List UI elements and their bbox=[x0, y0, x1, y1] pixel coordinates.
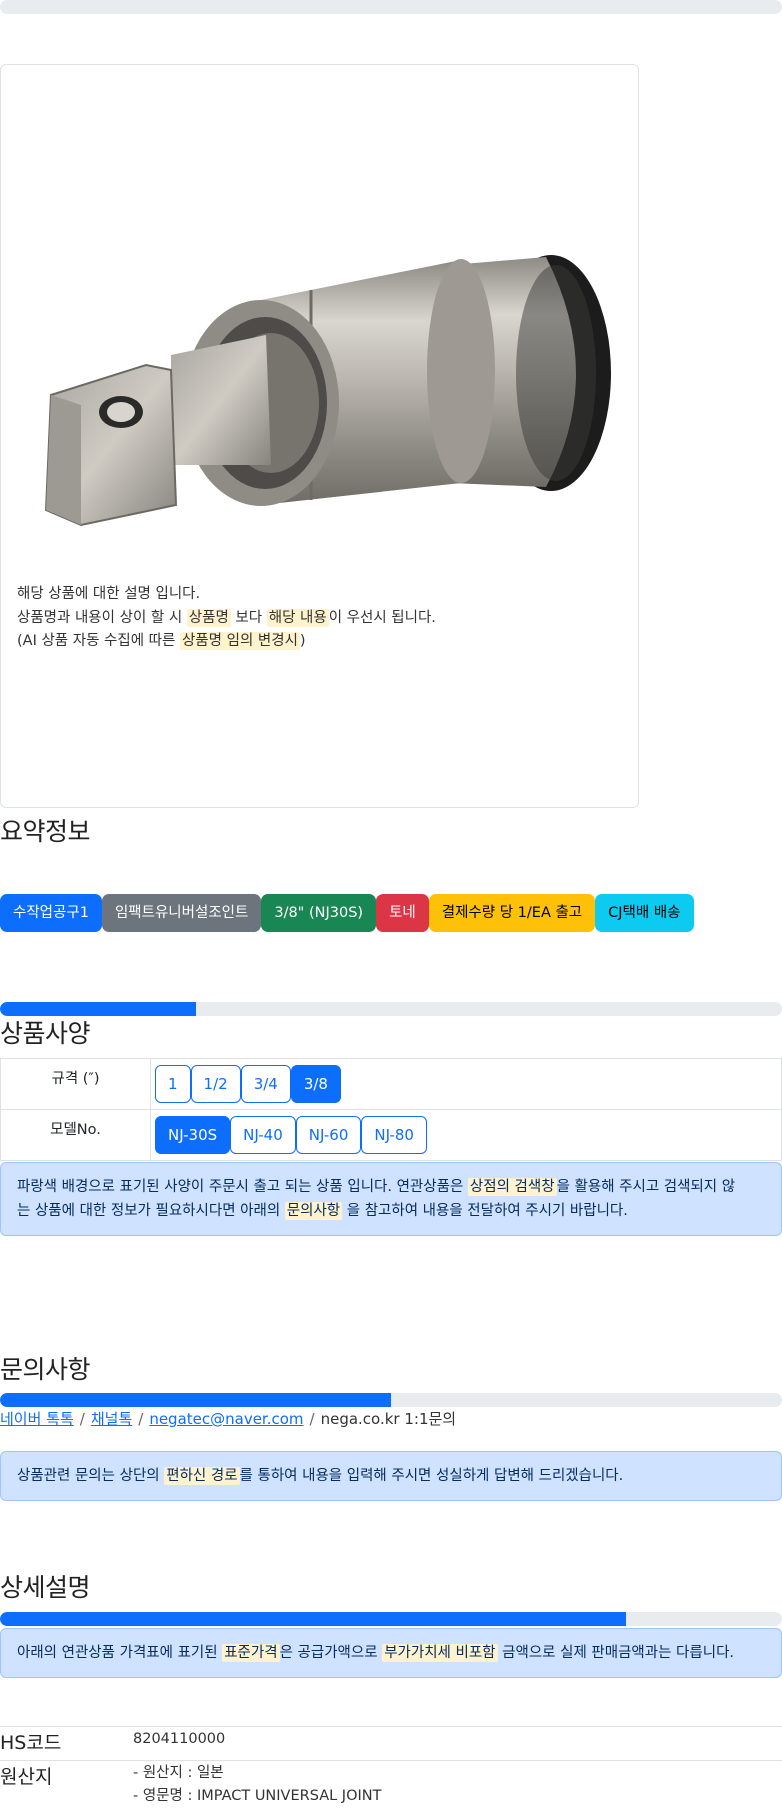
spec-option-button[interactable]: 3/8 bbox=[290, 1065, 341, 1103]
spec-option-button[interactable]: NJ-30S bbox=[155, 1116, 231, 1154]
inquiry-progress-fill bbox=[0, 1393, 391, 1407]
text-line: 아래의 연관상품 가격표에 표기된 표준가격 은 공급가액으로 부가가치세 비포함… bbox=[17, 1641, 765, 1665]
detail-title: 상세설명 bbox=[0, 1573, 91, 1602]
spec-row: 모델No. NJ-30S NJ-40 NJ-60 NJ-80 bbox=[0, 1109, 782, 1161]
highlighted-text: 부가가치세 비포함 bbox=[382, 1644, 498, 1662]
text-segment: 파랑색 배경으로 표기된 사양이 주문시 출고 되는 상품 입니다. 연관상품은 bbox=[17, 1179, 468, 1195]
inquiry-progress-bar bbox=[0, 1393, 782, 1407]
highlighted-text: 상품명 bbox=[186, 608, 231, 627]
product-info-table: HS코드 8204110000 원산지 - 원산지 : 일본 - 영문명 : IMPAC… bbox=[0, 1726, 782, 1808]
spec-label: 모델No. bbox=[0, 1109, 151, 1161]
summary-badge: 3/8" (NJ30S) bbox=[261, 894, 377, 932]
info-key: HS코드 bbox=[0, 1726, 133, 1761]
text-segment: 은 공급가액으로 bbox=[279, 1645, 383, 1661]
contact-link[interactable]: negatec@naver.com bbox=[149, 1410, 303, 1428]
text-segment: 를 통하여 내용을 입력해 주시면 성실하게 답변해 드리겠습니다. bbox=[239, 1468, 624, 1484]
info-value: 8204110000 bbox=[133, 1726, 782, 1761]
highlighted-text: 해당 내용 bbox=[266, 608, 329, 627]
spec-label: 규격 (″) bbox=[0, 1058, 151, 1110]
product-description: 해당 상품에 대한 설명 입니다. 상품명과 내용이 상이 할 시 상품명 보다 … bbox=[17, 583, 436, 654]
text-segment: 이 우선시 됩니다. bbox=[328, 609, 436, 626]
info-value: - 원산지 : 일본 - 영문명 : IMPACT UNIVERSAL JOINT bbox=[133, 1760, 782, 1808]
text-segment: (AI 상품 자동 수집에 따른 bbox=[17, 633, 180, 649]
spec-option-button[interactable]: 1/2 bbox=[190, 1065, 241, 1103]
highlighted-text: 상품명 임의 변경시 bbox=[179, 632, 300, 650]
highlighted-text: 상점의 검색창 bbox=[467, 1178, 557, 1196]
text-line: 해당 상품에 대한 설명 입니다. bbox=[17, 583, 436, 607]
text-line: 는 상품에 대한 정보가 필요하시다면 아래의 문의사항 을 참고하여 내용을 … bbox=[17, 1199, 765, 1223]
spec-option-button[interactable]: 1 bbox=[155, 1065, 191, 1103]
product-image bbox=[44, 255, 611, 527]
highlighted-text: 표준가격 bbox=[222, 1644, 280, 1662]
link-separator: / bbox=[309, 1410, 315, 1428]
contact-links: 네이버 톡톡 / 채널톡 / negatec@naver.com / nega.co.kr … bbox=[0, 1408, 456, 1429]
summary-badge: 수작업공구1 bbox=[0, 894, 102, 932]
text-line: 상품명과 내용이 상이 할 시 상품명 보다 해당 내용 이 우선시 됩니다. bbox=[17, 607, 436, 631]
product-card: 해당 상품에 대한 설명 입니다. 상품명과 내용이 상이 할 시 상품명 보다 … bbox=[0, 64, 639, 808]
text-line: 파랑색 배경으로 표기된 사양이 주문시 출고 되는 상품 입니다. 연관상품은… bbox=[17, 1175, 765, 1199]
spec-option-button[interactable]: NJ-40 bbox=[230, 1116, 296, 1154]
link-separator: / bbox=[79, 1410, 85, 1428]
spec-table: 규격 (″) 1 1/2 3/4 3/8 모델No. NJ-30S NJ-40 NJ-60 NJ-… bbox=[0, 1058, 782, 1161]
summary-badge: 임팩트유니버설조인트 bbox=[101, 894, 262, 932]
spec-option-button[interactable]: 3/4 bbox=[240, 1065, 291, 1103]
spec-row: 규격 (″) 1 1/2 3/4 3/8 bbox=[0, 1058, 782, 1110]
summary-badge: 결제수량 당 1/EA 출고 bbox=[428, 894, 596, 932]
text-line: 상품관련 문의는 상단의 편하신 경로 를 통하여 내용을 입력해 주시면 성실하… bbox=[17, 1464, 765, 1488]
detail-notice: 아래의 연관상품 가격표에 표기된 표준가격 은 공급가액으로 부가가치세 비포함… bbox=[0, 1628, 782, 1678]
text-segment: 상품관련 문의는 상단의 bbox=[17, 1468, 165, 1484]
info-row: 원산지 - 원산지 : 일본 - 영문명 : IMPACT UNIVERSAL JO… bbox=[0, 1760, 782, 1808]
text-segment: 을 활용해 주시고 검색되지 않 bbox=[556, 1179, 736, 1195]
contact-link[interactable]: 네이버 톡톡 bbox=[0, 1410, 74, 1428]
info-row: HS코드 8204110000 bbox=[0, 1726, 782, 1761]
spec-options-cell: 1 1/2 3/4 3/8 bbox=[150, 1058, 782, 1110]
spec-option-button[interactable]: NJ-80 bbox=[361, 1116, 427, 1154]
summary-badge: CJ택배 배송 bbox=[595, 894, 694, 932]
highlighted-text: 편하신 경로 bbox=[164, 1467, 240, 1485]
text-segment: 금액으로 실제 판매금액과는 다릅니다. bbox=[497, 1645, 735, 1661]
inquiry-title: 문의사항 bbox=[0, 1355, 91, 1384]
inquiry-notice: 상품관련 문의는 상단의 편하신 경로 를 통하여 내용을 입력해 주시면 성실하… bbox=[0, 1451, 782, 1501]
detail-progress-fill bbox=[0, 1612, 626, 1626]
highlighted-text: 문의사항 bbox=[284, 1202, 343, 1220]
info-value-line: - 원산지 : 일본 bbox=[133, 1765, 224, 1781]
specs-progress-bar bbox=[0, 1002, 782, 1016]
universal-joint-photo-icon bbox=[44, 255, 611, 527]
spec-option-button[interactable]: NJ-60 bbox=[295, 1116, 362, 1154]
spec-options-cell: NJ-30S NJ-40 NJ-60 NJ-80 bbox=[150, 1109, 782, 1161]
info-value-line: - 영문명 : IMPACT UNIVERSAL JOINT bbox=[133, 1788, 382, 1804]
text-segment: 해당 상품에 대한 설명 입니다. bbox=[17, 586, 201, 602]
contact-text: nega.co.kr 1:1문의 bbox=[320, 1410, 457, 1428]
summary-badges: 수작업공구1 임팩트유니버설조인트 3/8" (NJ30S) 토네 결제수량 당 1/E… bbox=[0, 894, 694, 932]
text-line: (AI 상품 자동 수집에 따른 상품명 임의 변경시) bbox=[17, 630, 436, 654]
summary-title: 요약정보 bbox=[0, 817, 91, 846]
specs-notice: 파랑색 배경으로 표기된 사양이 주문시 출고 되는 상품 입니다. 연관상품은… bbox=[0, 1162, 782, 1236]
info-value-line: 8204110000 bbox=[133, 1731, 226, 1747]
detail-progress-bar bbox=[0, 1612, 782, 1626]
top-progress-bar bbox=[0, 0, 782, 14]
text-segment: 는 상품에 대한 정보가 필요하시다면 아래의 bbox=[17, 1203, 285, 1219]
text-segment: 아래의 연관상품 가격표에 표기된 bbox=[17, 1645, 223, 1661]
text-segment: 상품명과 내용이 상이 할 시 bbox=[17, 609, 187, 626]
contact-link[interactable]: 채널톡 bbox=[91, 1410, 132, 1428]
text-segment: 을 참고하여 내용을 전달하여 주시기 바랍니다. bbox=[342, 1203, 628, 1219]
text-segment: ) bbox=[299, 633, 306, 649]
summary-badge: 토네 bbox=[376, 894, 429, 932]
link-separator: / bbox=[138, 1410, 144, 1428]
info-key: 원산지 bbox=[0, 1760, 133, 1808]
text-segment: 보다 bbox=[230, 609, 267, 626]
product-page: 해당 상품에 대한 설명 입니다. 상품명과 내용이 상이 할 시 상품명 보다 … bbox=[0, 0, 782, 1808]
specs-title: 상품사양 bbox=[0, 1019, 91, 1048]
